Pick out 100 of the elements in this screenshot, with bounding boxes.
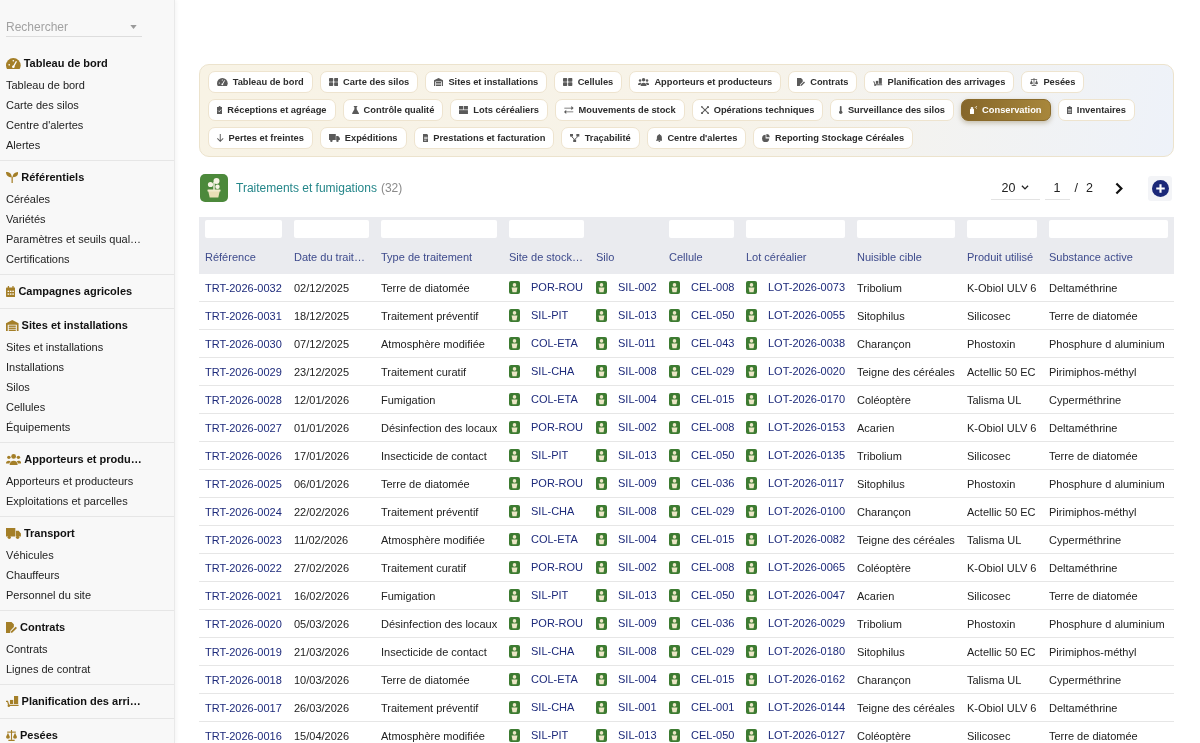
sidebar-section-title[interactable]: Campagnes agricoles <box>18 285 133 297</box>
table-link[interactable]: SIL-008 <box>618 504 657 517</box>
table-link[interactable]: SIL-CHA <box>531 364 575 377</box>
table-link[interactable]: CEL-029 <box>691 364 735 377</box>
column-header[interactable]: Date du trait… <box>294 250 365 264</box>
table-link[interactable]: LOT-2026-0082 <box>768 532 846 545</box>
table-link[interactable]: POR-ROU <box>531 476 583 489</box>
table-link[interactable]: LOT-2026-0162 <box>768 672 846 685</box>
column-header[interactable]: Lot céréalier <box>746 250 807 264</box>
sidebar-link[interactable]: Apporteurs et producteurs <box>0 471 174 491</box>
column-header[interactable]: Référence <box>205 250 256 264</box>
table-link[interactable]: TRT-2026-0020 <box>205 617 282 630</box>
table-link[interactable]: LOT-2026-0180 <box>768 644 846 657</box>
table-link[interactable]: COL-ETA <box>531 672 578 685</box>
tab[interactable]: Contrôle qualité <box>342 99 444 121</box>
tab[interactable]: Opérations techniques <box>691 99 824 121</box>
search-field[interactable]: Rechercher <box>6 17 142 37</box>
table-link[interactable]: CEL-043 <box>691 336 735 349</box>
table-link[interactable]: POR-ROU <box>531 560 583 573</box>
table-link[interactable]: SIL-004 <box>618 392 657 405</box>
tab[interactable]: Cellules <box>554 71 623 93</box>
table-link[interactable]: LOT-2026-0020 <box>768 364 846 377</box>
sidebar-link[interactable]: Certifications <box>0 249 174 269</box>
table-link[interactable]: POR-ROU <box>531 420 583 433</box>
tab[interactable]: Apporteurs et producteurs <box>629 71 782 93</box>
table-link[interactable]: TRT-2026-0024 <box>205 505 282 518</box>
table-link[interactable]: SIL-002 <box>618 420 657 433</box>
table-link[interactable]: CEL-015 <box>691 672 735 685</box>
column-header[interactable]: Produit utilisé <box>967 250 1034 264</box>
table-link[interactable]: TRT-2026-0016 <box>205 729 282 742</box>
table-link[interactable]: LOT-2026-0065 <box>768 560 846 573</box>
table-link[interactable]: SIL-009 <box>618 476 657 489</box>
tab[interactable]: Mouvements de stock <box>554 99 685 121</box>
table-link[interactable]: LOT-2026-0073 <box>768 280 846 293</box>
table-link[interactable]: TRT-2026-0029 <box>205 365 282 378</box>
table-link[interactable]: SIL-PIT <box>531 728 569 741</box>
column-header[interactable]: Nuisible cible <box>857 250 922 264</box>
table-link[interactable]: SIL-CHA <box>531 504 575 517</box>
table-link[interactable]: TRT-2026-0017 <box>205 701 282 714</box>
sidebar-link[interactable]: Carte des silos <box>0 95 174 115</box>
table-link[interactable]: SIL-001 <box>618 700 657 713</box>
table-link[interactable]: CEL-015 <box>691 532 735 545</box>
table-link[interactable]: TRT-2026-0019 <box>205 645 282 658</box>
tab[interactable]: Tableau de bord <box>208 71 313 93</box>
sidebar-section-title[interactable]: Tableau de bord <box>23 57 108 69</box>
table-link[interactable]: LOT-2026-0100 <box>768 504 846 517</box>
table-link[interactable]: SIL-013 <box>618 448 657 461</box>
sidebar-section-title[interactable]: Apporteurs et produ… <box>24 453 142 465</box>
sidebar-link[interactable]: Exploitations et parcelles <box>0 491 174 511</box>
sidebar-link[interactable]: Installations <box>0 357 174 377</box>
table-link[interactable]: CEL-015 <box>691 392 735 405</box>
table-link[interactable]: CEL-029 <box>691 504 735 517</box>
tab[interactable]: Inventaires <box>1057 99 1135 121</box>
tab[interactable]: Prestations et facturation <box>413 127 555 149</box>
tab[interactable]: Reporting Stockage Céréales <box>753 127 914 149</box>
sidebar-link[interactable]: Équipements <box>0 417 174 437</box>
caret-icon[interactable] <box>130 25 137 29</box>
sidebar-link[interactable]: Lignes de contrat <box>0 659 174 679</box>
add-button[interactable] <box>1148 175 1172 201</box>
table-link[interactable]: LOT-2026-0153 <box>768 420 846 433</box>
table-link[interactable]: CEL-008 <box>691 560 735 573</box>
tab[interactable]: Sites et installations <box>425 71 548 93</box>
tab[interactable]: Conservation <box>961 99 1051 121</box>
chevron-right-icon[interactable] <box>1115 181 1123 195</box>
tab[interactable]: Carte des silos <box>319 71 419 93</box>
sidebar-link[interactable]: Chauffeurs <box>0 565 174 585</box>
sidebar-section-title[interactable]: Transport <box>23 527 75 539</box>
sidebar-link[interactable]: Paramètres et seuils qual… <box>0 229 174 249</box>
column-header[interactable]: Type de traitement <box>381 250 473 264</box>
table-link[interactable]: CEL-036 <box>691 616 735 629</box>
page-size-select[interactable]: 20 <box>990 176 1040 200</box>
sidebar-link[interactable]: Céréales <box>0 189 174 209</box>
sidebar-section-title[interactable]: Pesées <box>20 729 58 741</box>
tab[interactable]: Centre d'alertes <box>646 127 747 149</box>
sidebar-link[interactable]: Contrats <box>0 639 174 659</box>
table-link[interactable]: TRT-2026-0026 <box>205 449 282 462</box>
table-link[interactable]: CEL-050 <box>691 308 735 321</box>
page-field[interactable]: 1 <box>1044 176 1070 200</box>
table-link[interactable]: CEL-001 <box>691 700 735 713</box>
table-link[interactable]: SIL-004 <box>618 672 657 685</box>
table-link[interactable]: CEL-008 <box>691 420 735 433</box>
sidebar-link[interactable]: Centre d'alertes <box>0 115 174 135</box>
sidebar-link[interactable]: Personnel du site <box>0 585 174 605</box>
table-link[interactable]: TRT-2026-0027 <box>205 421 282 434</box>
table-link[interactable]: SIL-011 <box>618 336 656 349</box>
table-link[interactable]: TRT-2026-0032 <box>205 281 282 294</box>
sidebar-section-title[interactable]: Référentiels <box>21 171 85 183</box>
sidebar-link[interactable]: Variétés <box>0 209 174 229</box>
table-link[interactable]: TRT-2026-0023 <box>205 533 282 546</box>
sidebar-link[interactable]: Véhicules <box>0 545 174 565</box>
table-link[interactable]: SIL-004 <box>618 532 657 545</box>
table-link[interactable]: TRT-2026-0030 <box>205 337 282 350</box>
table-link[interactable]: LOT-2026-0170 <box>768 392 846 405</box>
table-link[interactable]: LOT-2026-0029 <box>768 616 846 629</box>
table-link[interactable]: SIL-008 <box>618 364 657 377</box>
table-link[interactable]: LOT-2026-0144 <box>768 700 846 713</box>
tab[interactable]: Lots céréaliers <box>450 99 548 121</box>
tab[interactable]: Traçabilité <box>561 127 640 149</box>
table-link[interactable]: CEL-029 <box>691 644 735 657</box>
tab[interactable]: Planification des arrivages <box>864 71 1015 93</box>
